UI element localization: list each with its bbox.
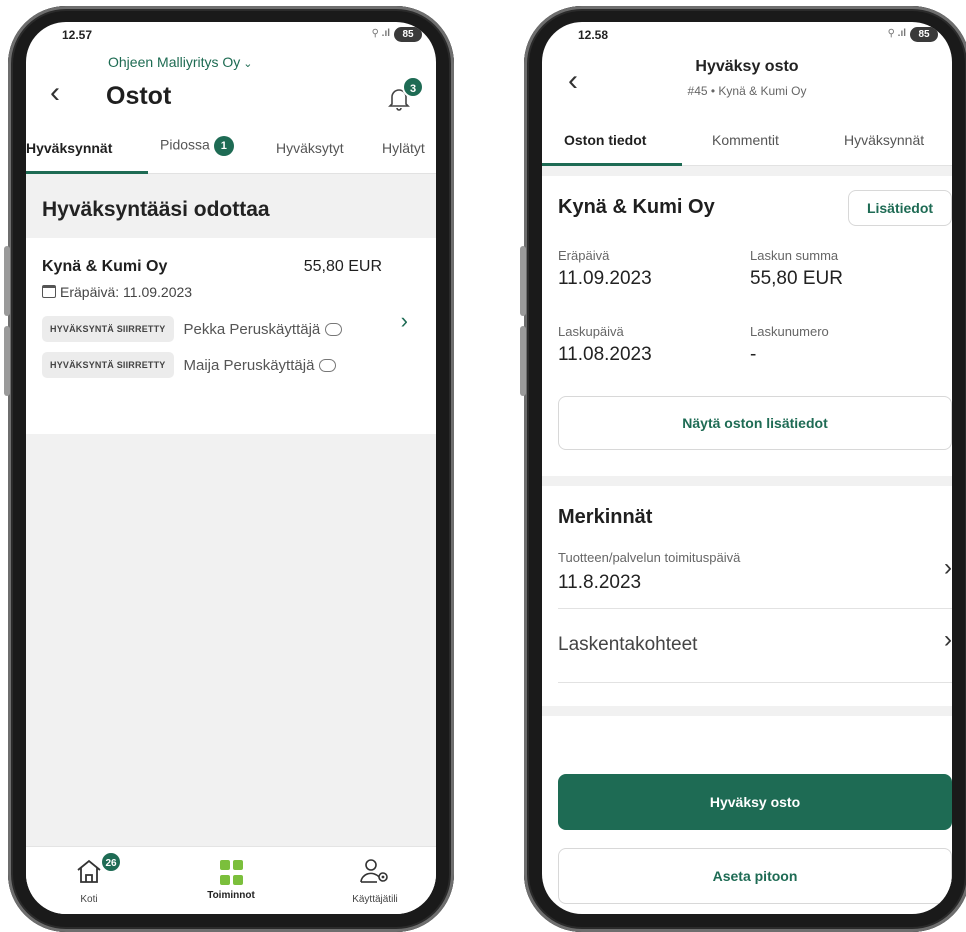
chevron-right-icon: › [944, 554, 952, 581]
tab-pidossa[interactable]: Pidossa 1 [160, 136, 234, 156]
nav-label: Käyttäjätili [352, 894, 398, 905]
invoice-date-value: 11.08.2023 [558, 344, 652, 365]
chevron-down-icon: ⌄ [243, 58, 253, 70]
status-time: 12.58 [578, 28, 609, 42]
markings-section: Merkinnät Tuotteen/palvelun toimituspäiv… [542, 486, 952, 706]
purchases-screen: 12.57 ⚲ .ıl 85 ‹ Ohjeen Malliyritys Oy ⌄ … [26, 22, 436, 914]
purchase-card[interactable]: Kynä & Kumi Oy 55,80 EUR Eräpäivä: 11.09… [26, 238, 436, 394]
notification-badge: 3 [402, 76, 424, 98]
invoice-number-value: - [750, 344, 757, 365]
invoice-sum-label: Laskun summa [750, 248, 839, 263]
markings-title: Merkinnät [558, 506, 653, 528]
show-details-button[interactable]: Näytä oston lisätiedot [558, 396, 952, 450]
chevron-right-icon: › [400, 308, 408, 333]
section-divider [542, 706, 952, 716]
put-on-hold-button[interactable]: Aseta pitoon [558, 848, 952, 904]
delivery-date-label: Tuotteen/palvelun toimituspäivä [558, 550, 741, 565]
invoice-sum-value: 55,80 EUR [750, 268, 843, 289]
nav-item-toiminnot[interactable]: Toiminnot [196, 857, 266, 901]
invoice-number-label: Laskunumero [750, 324, 829, 339]
phone-frame-left: 12.57 ⚲ .ıl 85 ‹ Ohjeen Malliyritys Oy ⌄ … [4, 6, 454, 932]
page-header: ‹ Ohjeen Malliyritys Oy ⌄ Ostot 3 [26, 48, 436, 126]
section-title: Hyväksyntääsi odottaa [42, 198, 270, 221]
back-chevron-icon[interactable]: ‹ [50, 76, 60, 110]
nav-item-koti[interactable]: 26 Koti [54, 851, 124, 905]
approver-name: Pekka Peruskäyttäjä [183, 320, 321, 338]
row-divider [558, 608, 952, 609]
signal-icon: ⚲ .ıl [371, 28, 390, 39]
nav-label: Toiminnot [207, 890, 255, 901]
due-date-value: 11.09.2023 [558, 268, 652, 289]
bottom-navigation: 26 Koti Toiminnot Käyttäjätili [26, 846, 436, 914]
tab-hyvaksynnat[interactable]: Hyväksynnät [844, 132, 924, 148]
invoice-date-label: Laskupäivä [558, 324, 624, 339]
purchase-info: Kynä & Kumi Oy Lisätiedot Eräpäivä 11.09… [542, 176, 952, 476]
section-header: Hyväksyntääsi odottaa [26, 174, 436, 238]
tab-hylatyt[interactable]: Hylätyt [382, 140, 425, 156]
vendor-name: Kynä & Kumi Oy [42, 258, 168, 275]
page-title: Hyväksy osto [695, 58, 799, 75]
tab-hyvaksytyt[interactable]: Hyväksytyt [276, 140, 344, 156]
phone-side-button [520, 326, 526, 396]
tab-kommentit[interactable]: Kommentit [712, 132, 779, 148]
page-header: ‹ Hyväksy osto #45 • Kynä & Kumi Oy [542, 48, 952, 118]
tab-oston-tiedot[interactable]: Oston tiedot [564, 132, 646, 148]
signal-icon: ⚲ .ıl [887, 28, 906, 39]
home-count-badge: 26 [100, 851, 122, 873]
vendor-name: Kynä & Kumi Oy [558, 196, 715, 218]
approval-row: HYVÄKSYNTÄ SIIRRETTY Maija Peruskäyttäjä [42, 352, 337, 378]
purchase-amount: 55,80 EUR [303, 258, 382, 275]
count-badge: 1 [213, 136, 234, 156]
active-tab-indicator [542, 163, 682, 166]
user-settings-icon [360, 859, 388, 883]
comment-icon [319, 358, 337, 372]
status-badge: HYVÄKSYNTÄ SIIRRETTY [42, 316, 174, 342]
section-divider [542, 476, 952, 486]
section-divider [542, 166, 952, 176]
page-title: Ostot [106, 82, 172, 110]
due-date: Eräpäivä: 11.09.2023 [42, 284, 192, 300]
due-date-label: Eräpäivä [558, 248, 610, 263]
company-name: Ohjeen Malliyritys Oy [108, 54, 241, 70]
row-divider [558, 682, 952, 683]
approver-name: Maija Peruskäyttäjä [183, 356, 315, 374]
delivery-date-value: 11.8.2023 [558, 572, 642, 593]
phone-side-button [4, 246, 10, 316]
comment-icon [325, 322, 343, 336]
phone-side-button [4, 326, 10, 396]
battery-icon: 85 [910, 27, 938, 42]
calendar-icon [42, 285, 56, 298]
grid-icon [219, 858, 243, 886]
status-bar: 12.57 ⚲ .ıl 85 [26, 22, 436, 48]
approve-purchase-screen: 12.58 ⚲ .ıl 85 ‹ Hyväksy osto #45 • Kynä… [542, 22, 952, 914]
empty-area [26, 434, 436, 846]
tab-label: Pidossa [160, 136, 210, 153]
detail-tabs: Oston tiedot Kommentit Hyväksynnät [542, 118, 952, 166]
accounting-targets-label: Laskentakohteet [558, 634, 698, 655]
status-bar: 12.58 ⚲ .ıl 85 [542, 22, 952, 48]
tab-hyvaksynnat[interactable]: Hyväksynnät [26, 140, 112, 156]
nav-label: Koti [80, 894, 98, 905]
page-subtitle: #45 • Kynä & Kumi Oy [687, 84, 807, 98]
status-badge: HYVÄKSYNTÄ SIIRRETTY [42, 352, 174, 378]
nav-item-kayttajatili[interactable]: Käyttäjätili [340, 857, 410, 905]
phone-frame-right: 12.58 ⚲ .ıl 85 ‹ Hyväksy osto #45 • Kynä… [520, 6, 966, 932]
phone-side-button [520, 246, 526, 316]
company-selector[interactable]: Ohjeen Malliyritys Oy ⌄ [108, 54, 252, 70]
battery-icon: 85 [394, 27, 422, 42]
purchase-tabs: Hyväksynnät Pidossa 1 Hyväksytyt Hylätyt [26, 126, 436, 174]
chevron-right-icon: › [944, 626, 952, 653]
approve-purchase-button[interactable]: Hyväksy osto [558, 774, 952, 830]
more-info-button[interactable]: Lisätiedot [848, 190, 952, 226]
status-time: 12.57 [62, 28, 93, 42]
due-date-text: Eräpäivä: 11.09.2023 [60, 284, 193, 300]
approval-row: HYVÄKSYNTÄ SIIRRETTY Pekka Peruskäyttäjä [42, 316, 343, 342]
